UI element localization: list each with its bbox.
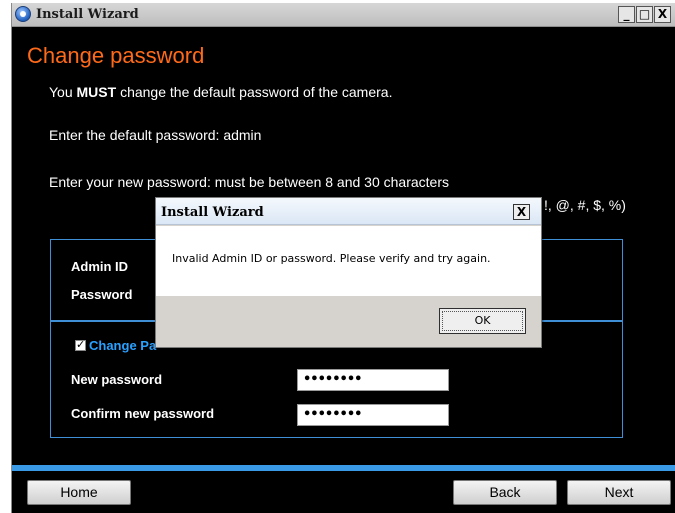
dialog-titlebar[interactable]: Install Wizard X — [156, 198, 541, 225]
maximize-button[interactable]: □ — [636, 6, 653, 23]
password-characters-rule: !, @, #, $, %) — [544, 197, 626, 213]
must-change-instruction: You MUST change the default password of … — [49, 84, 392, 100]
app-icon — [15, 6, 31, 22]
checkbox-checked-icon[interactable] — [75, 338, 86, 351]
dialog-body: Invalid Admin ID or password. Please ver… — [156, 226, 541, 296]
instruction-emphasis: MUST — [76, 84, 117, 100]
confirm-password-input[interactable]: •••••••• — [297, 404, 449, 426]
instruction-suffix: change the default password of the camer… — [116, 84, 393, 100]
admin-id-label: Admin ID — [71, 259, 129, 274]
footer-divider — [12, 465, 675, 471]
change-password-label: Change Pa — [89, 338, 157, 353]
back-button[interactable]: Back — [453, 480, 557, 505]
dialog-title: Install Wizard — [161, 205, 264, 220]
minimize-button[interactable]: _ — [618, 6, 635, 23]
dialog-ok-button[interactable]: OK — [439, 308, 526, 334]
instruction-prefix: You — [49, 84, 77, 100]
confirm-password-label: Confirm new password — [71, 406, 215, 421]
dialog-close-button[interactable]: X — [513, 204, 530, 220]
default-password-hint: Enter the default password: admin — [49, 127, 262, 143]
home-button[interactable]: Home — [27, 480, 131, 505]
next-button[interactable]: Next — [567, 480, 671, 505]
password-length-rule: Enter your new password: must be between… — [49, 174, 449, 190]
new-password-label: New password — [71, 372, 163, 387]
password-label: Password — [71, 287, 133, 302]
window-title: Install Wizard — [36, 7, 139, 22]
new-password-input[interactable]: •••••••• — [297, 369, 449, 391]
page-title: Change password — [27, 43, 205, 68]
close-button[interactable]: X — [654, 6, 671, 23]
dialog-message: Invalid Admin ID or password. Please ver… — [172, 252, 491, 265]
change-password-checkbox[interactable]: Change Pa — [75, 338, 156, 353]
window-titlebar[interactable]: Install Wizard _ □ X — [12, 3, 675, 27]
error-dialog: Install Wizard X Invalid Admin ID or pas… — [155, 197, 542, 348]
